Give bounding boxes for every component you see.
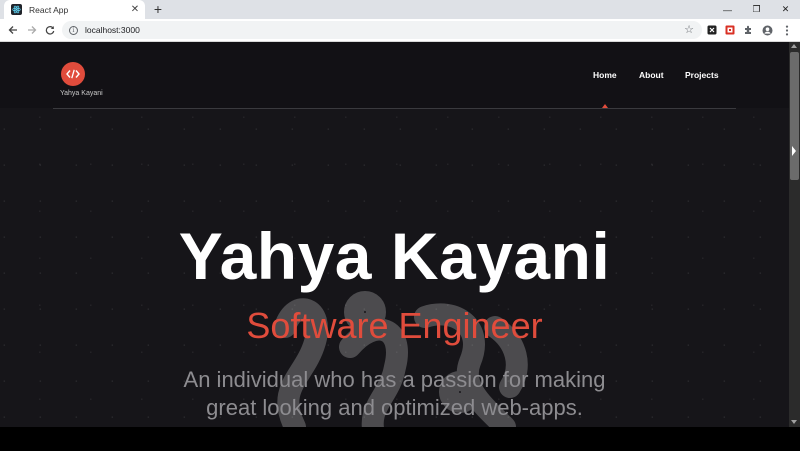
hero-tagline: An individual who has a passion for maki…	[0, 366, 789, 422]
hero-tagline-line2: great looking and optimized web-apps.	[206, 395, 583, 420]
scroll-thumb[interactable]	[790, 52, 799, 180]
nav-link-projects[interactable]: Projects	[685, 70, 719, 80]
nav-link-about[interactable]: About	[639, 70, 664, 80]
browser-tabstrip: React App ✕ + — ❐ ✕	[0, 0, 800, 19]
forward-arrow-icon[interactable]	[23, 21, 41, 39]
active-nav-indicator	[602, 104, 608, 108]
logo-text[interactable]: Yahya Kayani	[60, 90, 103, 97]
mouse-cursor-icon	[792, 146, 796, 156]
info-icon[interactable]: i	[69, 25, 78, 35]
hero-name: Yahya Kayani	[178, 219, 611, 293]
window-controls: — ❐ ✕	[713, 0, 800, 19]
browser-toolbar: i localhost:3000 ☆	[0, 19, 800, 42]
browser-tab[interactable]: React App ✕	[4, 0, 145, 19]
hero-tagline-line1: An individual who has a passion for maki…	[183, 367, 606, 392]
hero-role: Software Engineer	[246, 305, 543, 346]
site-navbar: Yahya Kayani Home About Projects	[0, 42, 789, 108]
reload-icon[interactable]	[41, 21, 59, 39]
extension-red-icon[interactable]	[723, 23, 737, 37]
code-brackets-icon[interactable]	[61, 62, 85, 86]
url-text: localhost:3000	[85, 25, 140, 35]
new-tab-button[interactable]: +	[150, 1, 166, 18]
close-window-button[interactable]: ✕	[771, 0, 800, 19]
close-tab-icon[interactable]: ✕	[129, 0, 141, 19]
address-bar[interactable]: i localhost:3000 ☆	[62, 21, 702, 39]
navbar-divider	[53, 108, 736, 109]
bookmark-star-icon[interactable]: ☆	[684, 23, 694, 36]
window-bottom-edge	[0, 427, 800, 451]
restore-button[interactable]: ❐	[742, 0, 771, 19]
scroll-up-arrow-icon[interactable]	[791, 44, 797, 48]
page-scrollbar[interactable]	[789, 42, 800, 427]
extensions-puzzle-icon[interactable]	[741, 23, 755, 37]
tab-title: React App	[29, 4, 69, 15]
extension-x-icon[interactable]	[705, 23, 719, 37]
minimize-button[interactable]: —	[713, 0, 742, 19]
scroll-down-arrow-icon[interactable]	[791, 420, 797, 424]
nav-link-home[interactable]: Home	[593, 70, 617, 80]
web-page: Yahya Kayani Home About Projects Yahya K…	[0, 42, 789, 427]
profile-avatar-icon[interactable]	[760, 23, 774, 37]
menu-kebab-icon[interactable]	[780, 23, 794, 37]
back-arrow-icon[interactable]	[4, 21, 22, 39]
react-favicon-icon	[11, 4, 22, 15]
